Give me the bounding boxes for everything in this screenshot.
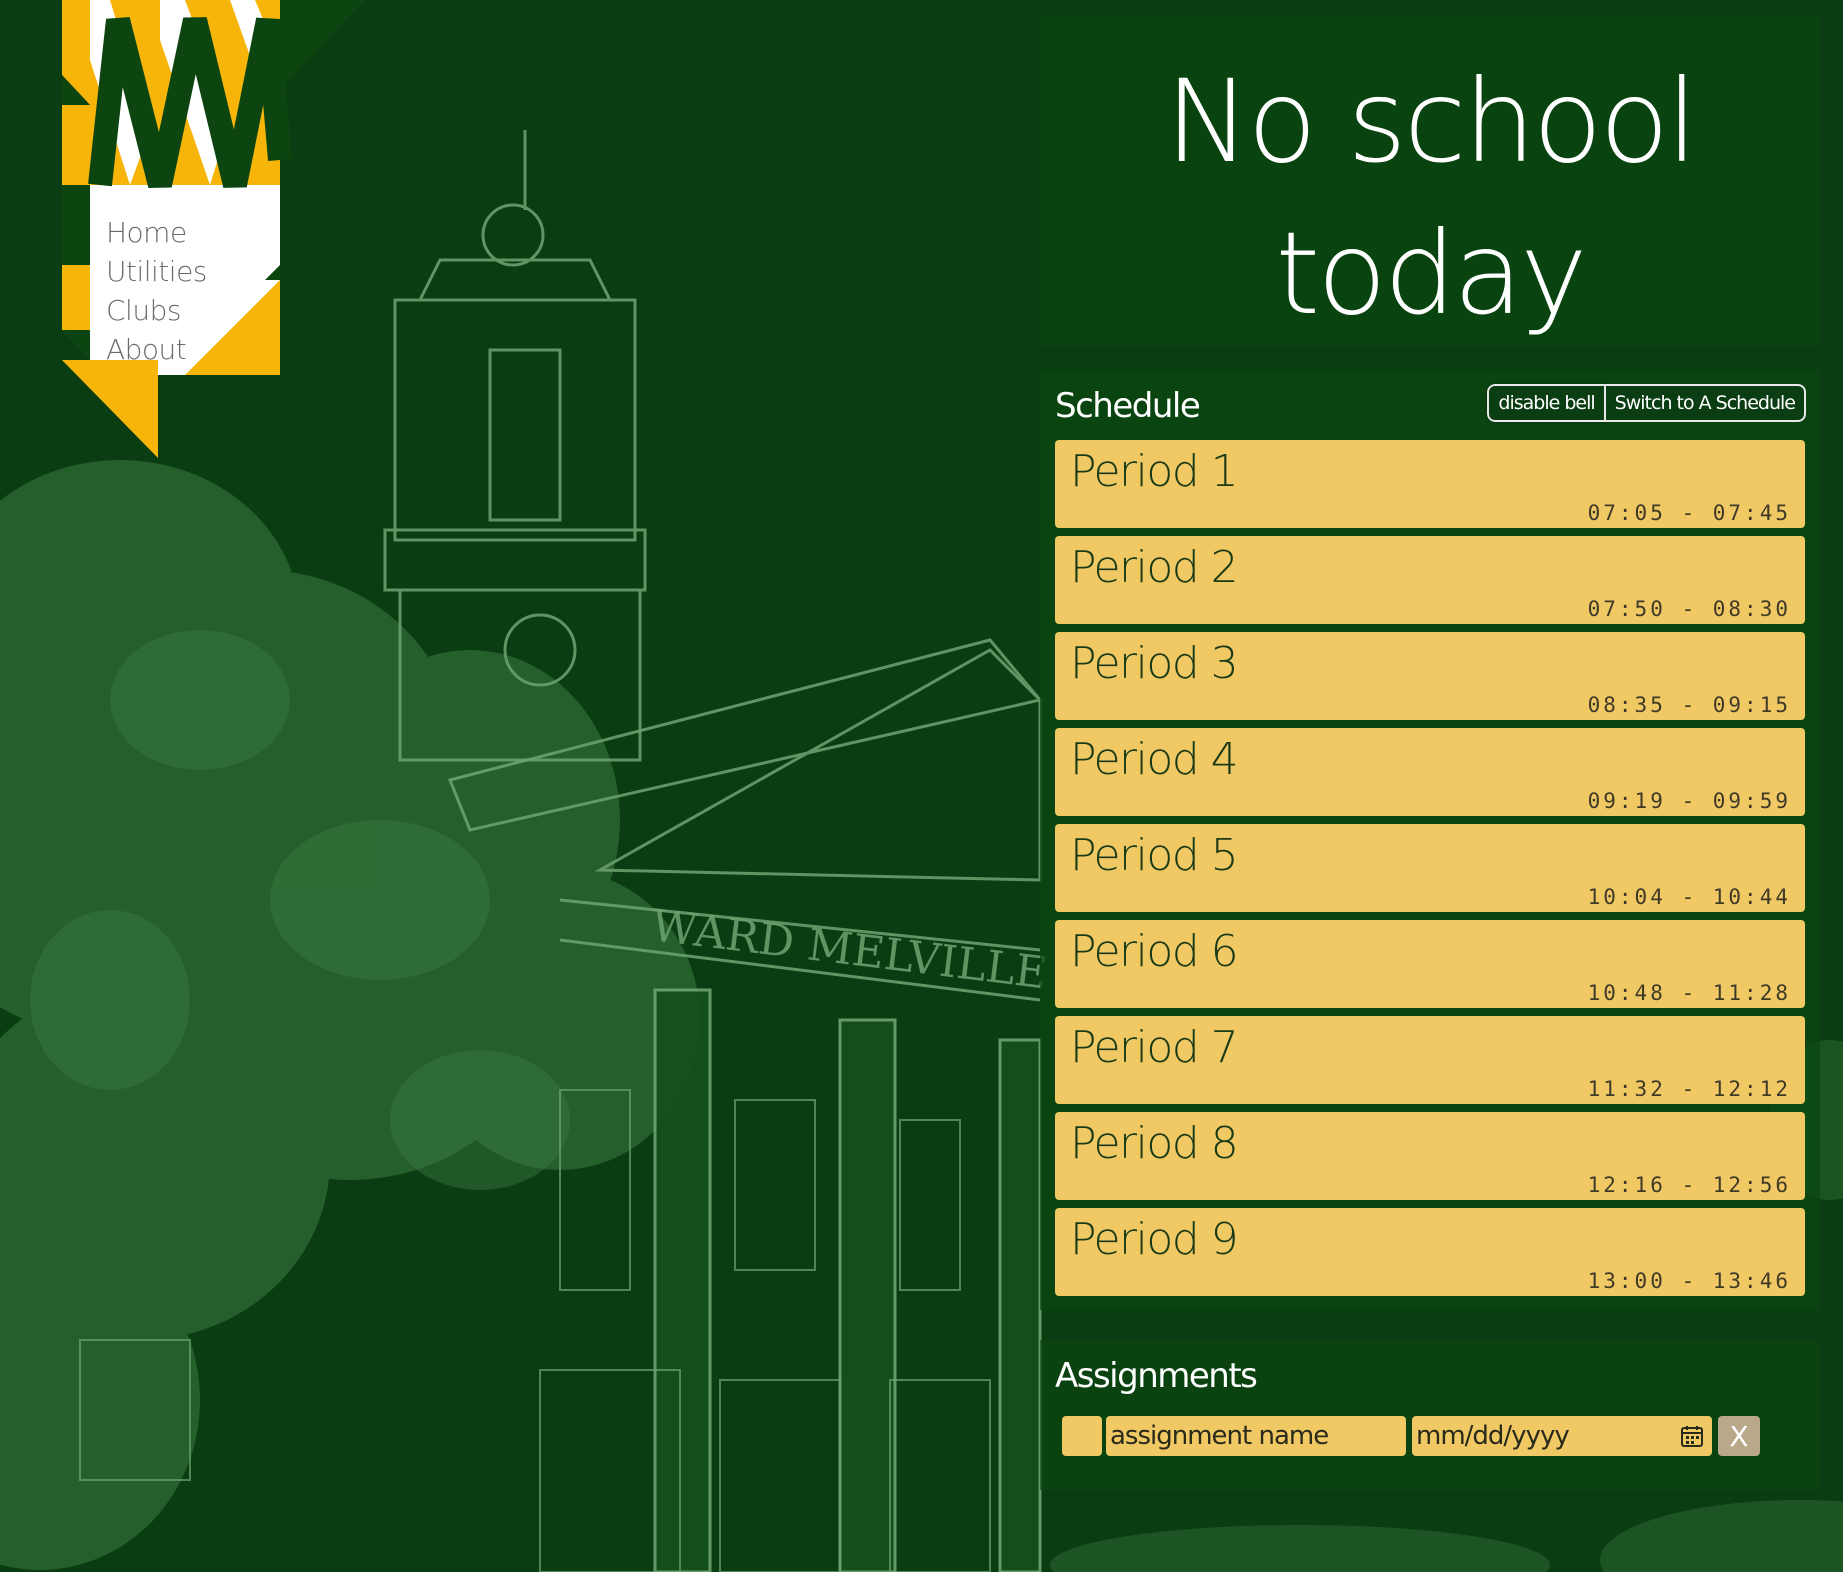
period-row: Period 9 13:00 - 13:46 <box>1055 1208 1805 1296</box>
period-row: Period 3 08:35 - 09:15 <box>1055 632 1805 720</box>
period-name: Period 3 <box>1070 638 1239 689</box>
period-row: Period 7 11:32 - 12:12 <box>1055 1016 1805 1104</box>
assignments-panel: Assignments assignment name mm/dd/yyyy X <box>1040 1340 1820 1490</box>
assignment-name-input[interactable]: assignment name <box>1106 1416 1406 1456</box>
period-name: Period 6 <box>1070 926 1239 977</box>
period-time: 10:04 - 10:44 <box>1587 885 1791 909</box>
period-row: Period 5 10:04 - 10:44 <box>1055 824 1805 912</box>
period-time: 07:05 - 07:45 <box>1587 501 1791 525</box>
period-list: Period 1 07:05 - 07:45 Period 2 07:50 - … <box>1055 440 1805 1304</box>
calendar-icon[interactable] <box>1680 1424 1704 1448</box>
assignment-checkbox[interactable] <box>1062 1416 1102 1456</box>
period-row: Period 1 07:05 - 07:45 <box>1055 440 1805 528</box>
period-time: 11:32 - 12:12 <box>1587 1077 1791 1101</box>
nav-item-home[interactable]: Home <box>106 213 207 252</box>
switch-schedule-button[interactable]: Switch to A Schedule <box>1605 384 1806 422</box>
nav-item-clubs[interactable]: Clubs <box>106 291 207 330</box>
schedule-panel: Schedule disable bell Switch to A Schedu… <box>1040 370 1820 1310</box>
status-message: No school today <box>1165 55 1698 340</box>
date-placeholder: mm/dd/yyyy <box>1416 1421 1570 1451</box>
nav-item-about[interactable]: About <box>106 330 207 369</box>
period-name: Period 2 <box>1070 542 1239 593</box>
period-time: 08:35 - 09:15 <box>1587 693 1791 717</box>
delete-assignment-button[interactable]: X <box>1718 1416 1760 1456</box>
period-row: Period 4 09:19 - 09:59 <box>1055 728 1805 816</box>
period-name: Period 8 <box>1070 1118 1239 1169</box>
main-nav: Home Utilities Clubs About <box>106 213 207 369</box>
period-time: 13:00 - 13:46 <box>1587 1269 1791 1293</box>
period-time: 07:50 - 08:30 <box>1587 597 1791 621</box>
schedule-controls: disable bell Switch to A Schedule <box>1485 382 1806 424</box>
period-name: Period 1 <box>1070 446 1239 497</box>
nav-item-utilities[interactable]: Utilities <box>106 252 207 291</box>
period-name: Period 4 <box>1070 734 1239 785</box>
period-row: Period 8 12:16 - 12:56 <box>1055 1112 1805 1200</box>
period-name: Period 7 <box>1070 1022 1239 1073</box>
period-time: 10:48 - 11:28 <box>1587 981 1791 1005</box>
period-row: Period 2 07:50 - 08:30 <box>1055 536 1805 624</box>
period-name: Period 5 <box>1070 830 1239 881</box>
period-name: Period 9 <box>1070 1214 1239 1265</box>
period-row: Period 6 10:48 - 11:28 <box>1055 920 1805 1008</box>
status-card: No school today <box>1040 16 1820 346</box>
schedule-title: Schedule <box>1055 386 1201 426</box>
disable-bell-button[interactable]: disable bell <box>1485 382 1608 424</box>
assignment-row: assignment name mm/dd/yyyy X <box>1062 1416 1760 1456</box>
assignments-title: Assignments <box>1055 1356 1258 1396</box>
period-time: 12:16 - 12:56 <box>1587 1173 1791 1197</box>
assignment-date-input[interactable]: mm/dd/yyyy <box>1412 1416 1712 1456</box>
period-time: 09:19 - 09:59 <box>1587 789 1791 813</box>
